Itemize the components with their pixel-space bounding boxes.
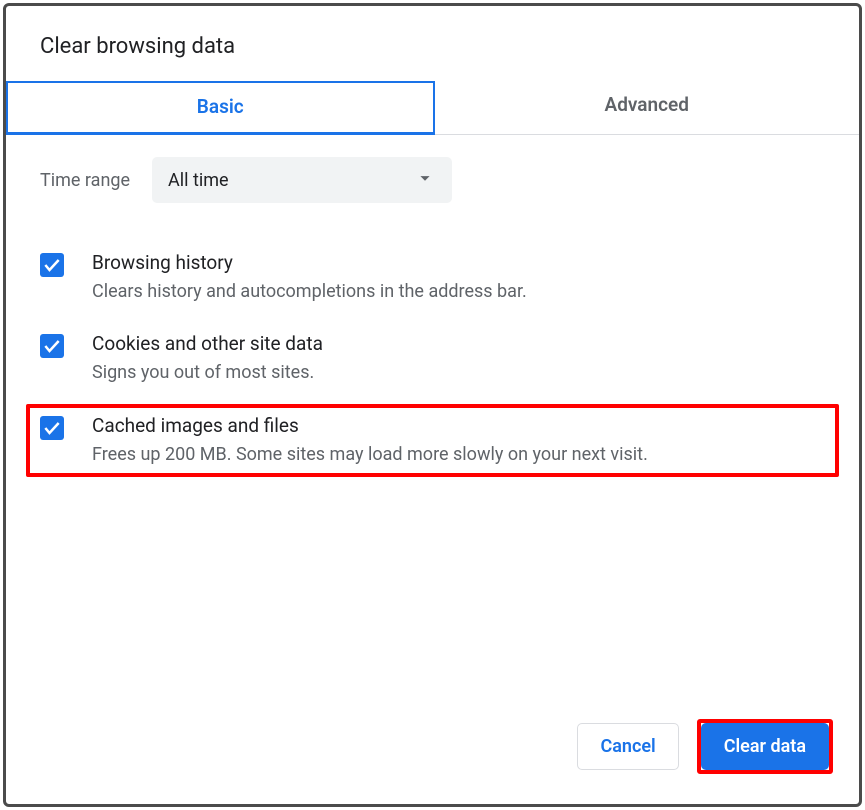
option-cookies: Cookies and other site data Signs you ou… — [40, 322, 825, 403]
dialog-footer: Cancel Clear data — [6, 719, 859, 804]
checkbox-cached-images[interactable] — [40, 416, 64, 440]
option-title: Browsing history — [92, 251, 527, 274]
dialog-body: Time range All time Browsing history Cle… — [6, 135, 859, 719]
tab-advanced[interactable]: Advanced — [435, 81, 860, 134]
option-desc: Clears history and autocompletions in th… — [92, 280, 527, 304]
option-text: Cached images and files Frees up 200 MB.… — [92, 414, 648, 467]
option-desc: Frees up 200 MB. Some sites may load mor… — [92, 443, 648, 467]
check-icon — [42, 336, 62, 356]
chevron-down-icon — [414, 167, 436, 193]
tab-basic[interactable]: Basic — [6, 81, 435, 135]
cancel-button[interactable]: Cancel — [577, 723, 678, 770]
clear-data-button[interactable]: Clear data — [701, 723, 829, 770]
option-title: Cached images and files — [92, 414, 648, 437]
option-cached-images: Cached images and files Frees up 200 MB.… — [26, 404, 839, 477]
tabs-bar: Basic Advanced — [6, 81, 859, 135]
time-range-label: Time range — [40, 170, 130, 191]
time-range-select[interactable]: All time — [152, 157, 452, 203]
time-range-row: Time range All time — [40, 157, 825, 203]
check-icon — [42, 255, 62, 275]
option-text: Browsing history Clears history and auto… — [92, 251, 527, 304]
option-title: Cookies and other site data — [92, 332, 323, 355]
option-text: Cookies and other site data Signs you ou… — [92, 332, 323, 385]
clear-data-highlight: Clear data — [697, 719, 833, 774]
clear-browsing-data-dialog: Clear browsing data Basic Advanced Time … — [3, 3, 862, 807]
dialog-title: Clear browsing data — [6, 6, 859, 81]
check-icon — [42, 418, 62, 438]
option-desc: Signs you out of most sites. — [92, 361, 323, 385]
time-range-value: All time — [168, 170, 229, 191]
checkbox-cookies[interactable] — [40, 334, 64, 358]
checkbox-browsing-history[interactable] — [40, 253, 64, 277]
option-browsing-history: Browsing history Clears history and auto… — [40, 241, 825, 322]
